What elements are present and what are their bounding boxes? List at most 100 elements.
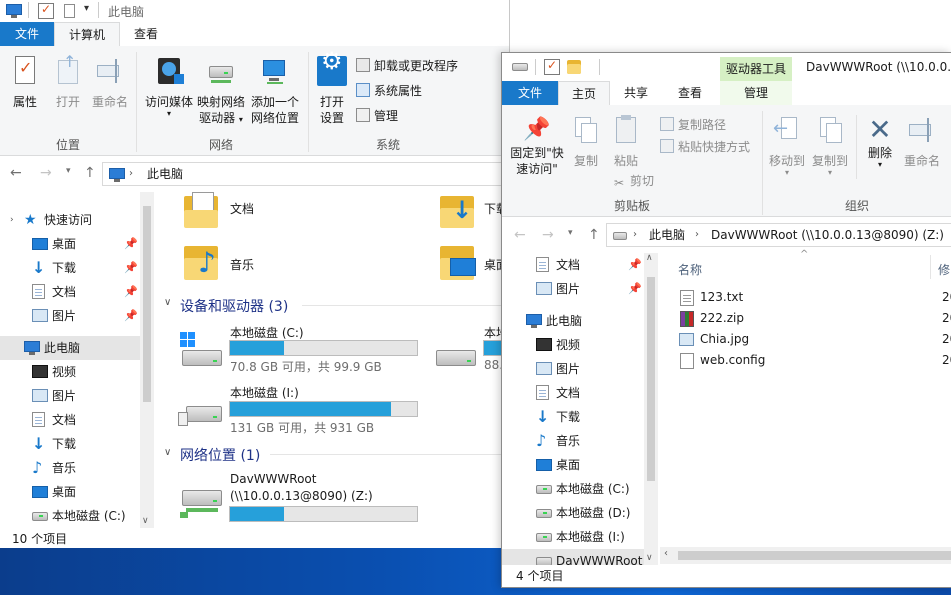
tab-file[interactable]: 文件 <box>502 81 558 105</box>
nav-music[interactable]: ♪ 音乐 <box>502 429 644 453</box>
rename-button[interactable]: 重命名 <box>900 115 944 169</box>
title-bar[interactable]: ✓ 驱动器工具 DavWWWRoot (\\10.0.0.1 <box>502 53 951 81</box>
properties-qat-icon[interactable]: ✓ <box>38 2 54 19</box>
documents-folder-icon[interactable] <box>184 192 220 228</box>
nav-davwwwroot[interactable]: DavWWWRoot <box>502 549 644 565</box>
move-to-button[interactable]: ← 移动到 ▾ <box>766 115 808 177</box>
nav-music[interactable]: ♪ 音乐 <box>0 456 140 480</box>
new-folder-qat-icon[interactable] <box>567 60 583 74</box>
system-properties-button[interactable]: 系统属性 <box>356 83 422 101</box>
drive-icon[interactable] <box>432 342 480 372</box>
tab-home[interactable]: 主页 <box>558 81 610 105</box>
nav-local-disk-d[interactable]: 本地磁盘 (D:) <box>502 501 644 525</box>
folder-documents-label[interactable]: 文档 <box>230 200 254 217</box>
file-row[interactable]: Chia.jpg 20 <box>678 329 951 350</box>
delete-button[interactable]: ✕ 删除 ▾ <box>860 115 900 169</box>
network-section-header[interactable]: 网络位置 (1) <box>180 445 260 465</box>
folder-music-label[interactable]: 音乐 <box>230 256 254 273</box>
open-settings-button[interactable]: ⚙ 打开 设置 <box>312 49 352 126</box>
nav-documents-2[interactable]: 文档 <box>502 381 644 405</box>
pin-icon[interactable]: 📌 <box>124 280 138 304</box>
manage-button[interactable]: 管理 <box>356 108 398 126</box>
nav-scrollbar[interactable]: ∧ ∨ <box>644 253 658 565</box>
network-drive-path[interactable]: (\\10.0.0.13@8090) (Z:) <box>230 489 373 503</box>
new-folder-qat-icon[interactable] <box>62 3 78 19</box>
breadcrumb-this-pc[interactable]: 此电脑 <box>147 163 183 185</box>
back-arrow-icon[interactable]: ← <box>10 165 22 181</box>
downloads-folder-icon[interactable]: ↓ <box>440 192 476 228</box>
copy-path-button[interactable]: 复制路径 <box>660 117 726 135</box>
desktop-folder-icon[interactable] <box>440 242 476 282</box>
usb-drive-icon[interactable] <box>178 398 226 432</box>
music-folder-icon[interactable]: ♪ <box>184 242 220 282</box>
nav-videos[interactable]: 视频 <box>502 333 644 357</box>
nav-local-disk-i[interactable]: 本地磁盘 (I:) <box>502 525 644 549</box>
nav-downloads[interactable]: ↓ 下载 <box>502 405 644 429</box>
access-media-button[interactable]: 访问媒体 ▾ <box>142 56 196 118</box>
file-row[interactable]: web.config 20 <box>678 350 951 371</box>
nav-quick-access[interactable]: › ★ 快速访问 <box>0 208 140 232</box>
address-field[interactable]: › 此电脑 › DavWWWRoot (\\10.0.0.13@8090) (Z… <box>606 223 951 247</box>
cut-button[interactable]: ✂ 剪切 <box>612 173 654 191</box>
nav-local-disk-c[interactable]: 本地磁盘 (C:) <box>502 477 644 501</box>
nav-pictures[interactable]: 图片 📌 <box>0 304 140 328</box>
nav-documents[interactable]: 文档 📌 <box>502 253 644 277</box>
copy-button[interactable]: 复制 <box>568 115 604 169</box>
network-drive-icon[interactable] <box>178 486 226 522</box>
recent-dropdown-icon[interactable]: ▾ <box>568 228 573 238</box>
nav-downloads-2[interactable]: ↓ 下载 <box>0 432 140 456</box>
pin-to-quick-access-button[interactable]: 📌 固定到"快 速访问" <box>506 115 568 177</box>
collapse-chevron-icon[interactable]: ∨ <box>164 447 171 458</box>
tab-computer[interactable]: 计算机 <box>54 22 120 46</box>
scrollbar-thumb[interactable] <box>143 206 151 402</box>
title-bar[interactable]: ✓ ▾ 此电脑 <box>0 0 509 22</box>
network-drive-name[interactable]: DavWWWRoot <box>230 472 316 486</box>
column-header-modified[interactable]: 修 <box>938 261 950 278</box>
tab-view[interactable]: 查看 <box>120 22 172 46</box>
rename-button[interactable]: 重命名 <box>88 56 132 110</box>
nav-desktop-2[interactable]: 桌面 <box>0 480 140 504</box>
scroll-left-icon[interactable]: ‹ <box>664 548 668 559</box>
windows-drive-icon[interactable] <box>178 332 226 372</box>
open-button[interactable]: ↑ 打开 <box>48 54 88 110</box>
collapse-chevron-icon[interactable]: ∨ <box>164 297 171 308</box>
up-arrow-icon[interactable]: ↑ <box>588 227 600 243</box>
pin-icon[interactable]: 📌 <box>124 232 138 256</box>
nav-downloads[interactable]: ↓ 下载 📌 <box>0 256 140 280</box>
nav-pictures-2[interactable]: 图片 <box>502 357 644 381</box>
forward-arrow-icon[interactable]: → <box>542 227 554 243</box>
nav-pictures[interactable]: 图片 📌 <box>502 277 644 301</box>
tab-manage[interactable]: 管理 <box>720 81 792 105</box>
nav-this-pc[interactable]: 此电脑 <box>0 336 140 360</box>
nav-desktop[interactable]: 桌面 <box>502 453 644 477</box>
scrollbar-thumb[interactable] <box>647 277 655 481</box>
map-network-drive-button[interactable]: 映射网络 驱动器 ▾ <box>194 56 248 128</box>
pin-icon[interactable]: 📌 <box>628 253 642 277</box>
breadcrumb-davwwwroot[interactable]: DavWWWRoot (\\10.0.0.13@8090) (Z:) <box>711 224 944 246</box>
scroll-down-icon[interactable]: ∨ <box>142 516 149 526</box>
nav-documents[interactable]: 文档 📌 <box>0 280 140 304</box>
drive-c-name[interactable]: 本地磁盘 (C:) <box>230 324 304 341</box>
drive-i-name[interactable]: 本地磁盘 (I:) <box>230 384 299 401</box>
properties-qat-icon[interactable]: ✓ <box>544 58 560 75</box>
recent-dropdown-icon[interactable]: ▾ <box>66 166 71 176</box>
scrollbar-thumb[interactable] <box>678 551 951 560</box>
up-arrow-icon[interactable]: ↑ <box>84 165 96 181</box>
nav-this-pc[interactable]: 此电脑 <box>502 309 644 333</box>
paste-shortcut-button[interactable]: 粘贴快捷方式 <box>660 139 750 157</box>
nav-scrollbar[interactable]: ∨ <box>140 192 154 528</box>
file-row[interactable]: 123.txt 20 <box>678 287 951 308</box>
nav-desktop[interactable]: 桌面 📌 <box>0 232 140 256</box>
nav-local-disk-c[interactable]: 本地磁盘 (C:) <box>0 504 140 528</box>
scroll-down-icon[interactable]: ∨ <box>646 553 653 563</box>
devices-section-header[interactable]: 设备和驱动器 (3) <box>180 296 288 316</box>
file-row[interactable]: 222.zip 20 <box>678 308 951 329</box>
pin-icon[interactable]: 📌 <box>124 304 138 328</box>
nav-pictures-2[interactable]: 图片 <box>0 384 140 408</box>
nav-videos[interactable]: 视频 <box>0 360 140 384</box>
breadcrumb-this-pc[interactable]: 此电脑 <box>649 224 685 246</box>
properties-button[interactable]: ✓ 属性 <box>4 56 46 110</box>
forward-arrow-icon[interactable]: → <box>40 165 52 181</box>
address-field[interactable]: › 此电脑 <box>102 162 509 186</box>
copy-to-button[interactable]: 复制到 ▾ <box>808 115 852 177</box>
